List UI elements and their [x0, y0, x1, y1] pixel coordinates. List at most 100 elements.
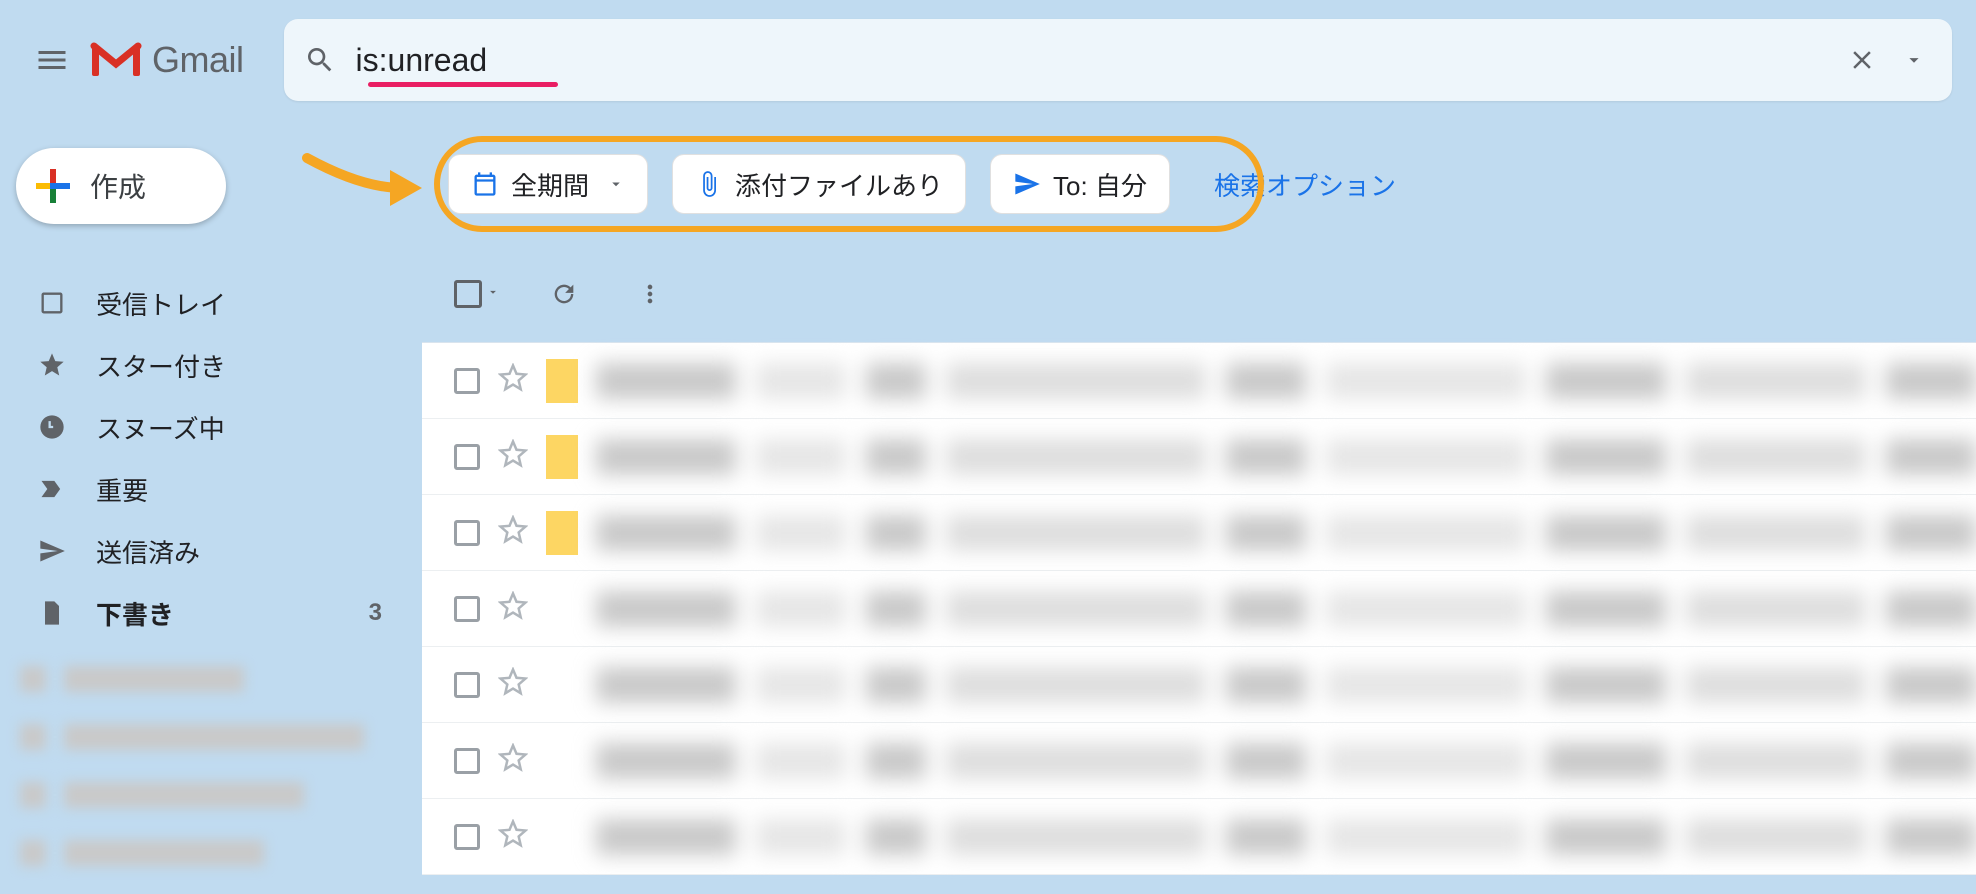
close-icon	[1847, 45, 1877, 75]
annotation-underline	[368, 82, 558, 87]
search-options-dropdown-button[interactable]	[1890, 36, 1938, 84]
row-star-button[interactable]	[498, 439, 528, 474]
star-outline-icon	[498, 439, 528, 469]
row-content-blurred	[596, 815, 1976, 859]
importance-marker[interactable]	[546, 815, 578, 859]
sidebar-item-label: スヌーズ中	[96, 409, 225, 446]
sidebar-nav: 受信トレイ スター付き スヌーズ中 重要 送信済み 下書き 3	[0, 272, 422, 644]
mail-row[interactable]	[422, 419, 1976, 495]
importance-marker[interactable]	[546, 663, 578, 707]
sidebar-extra-labels-blurred	[0, 650, 422, 882]
row-content-blurred	[596, 511, 1976, 555]
send-icon	[38, 537, 66, 565]
filter-chip-to-me[interactable]: To: 自分	[990, 154, 1170, 214]
gmail-logo[interactable]: Gmail	[90, 39, 244, 81]
star-outline-icon	[498, 743, 528, 773]
star-outline-icon	[498, 591, 528, 621]
row-content-blurred	[596, 663, 1976, 707]
row-checkbox[interactable]	[454, 748, 480, 774]
row-star-button[interactable]	[498, 743, 528, 778]
drafts-count: 3	[369, 599, 382, 627]
star-icon	[38, 351, 66, 379]
sidebar-item-starred[interactable]: スター付き	[0, 334, 422, 396]
filter-chips-row: 全期間 添付ファイルあり To: 自分 検索オプション	[422, 148, 1976, 220]
more-button[interactable]	[628, 272, 672, 316]
row-star-button[interactable]	[498, 819, 528, 854]
clock-icon	[38, 413, 66, 441]
mail-row[interactable]	[422, 495, 1976, 571]
importance-marker[interactable]	[546, 359, 578, 403]
search-options-link[interactable]: 検索オプション	[1214, 166, 1396, 203]
star-outline-icon	[498, 667, 528, 697]
compose-button[interactable]: 作成	[16, 148, 226, 224]
row-star-button[interactable]	[498, 515, 528, 550]
refresh-button[interactable]	[542, 272, 586, 316]
select-all-control[interactable]	[454, 280, 500, 308]
gmail-logo-text: Gmail	[152, 39, 244, 81]
important-icon	[38, 475, 66, 503]
plus-icon	[36, 169, 70, 203]
star-outline-icon	[498, 363, 528, 393]
select-dropdown[interactable]	[486, 285, 500, 304]
sidebar-item-important[interactable]: 重要	[0, 458, 422, 520]
sidebar-item-snoozed[interactable]: スヌーズ中	[0, 396, 422, 458]
mail-row[interactable]	[422, 647, 1976, 723]
content-area: 全期間 添付ファイルあり To: 自分 検索オプション	[422, 120, 1976, 894]
importance-marker[interactable]	[546, 739, 578, 783]
row-star-button[interactable]	[498, 591, 528, 626]
sidebar-item-label: 下書き	[96, 595, 174, 632]
draft-icon	[38, 599, 66, 627]
sidebar: 作成 受信トレイ スター付き スヌーズ中 重要 送信済み	[0, 120, 422, 894]
caret-down-icon	[607, 175, 625, 193]
row-checkbox[interactable]	[454, 444, 480, 470]
compose-label: 作成	[90, 166, 146, 206]
row-content-blurred	[596, 739, 1976, 783]
importance-marker[interactable]	[546, 511, 578, 555]
sidebar-item-drafts[interactable]: 下書き 3	[0, 582, 422, 644]
inbox-icon	[38, 289, 66, 317]
refresh-icon	[550, 280, 578, 308]
mail-list	[422, 342, 1976, 875]
search-icon	[304, 44, 336, 76]
sidebar-item-sent[interactable]: 送信済み	[0, 520, 422, 582]
row-checkbox[interactable]	[454, 672, 480, 698]
caret-down-icon	[486, 285, 500, 299]
calendar-icon	[471, 170, 499, 198]
clear-search-button[interactable]	[1838, 36, 1886, 84]
importance-marker[interactable]	[546, 435, 578, 479]
mail-row[interactable]	[422, 799, 1976, 875]
row-star-button[interactable]	[498, 363, 528, 398]
mail-row[interactable]	[422, 571, 1976, 647]
filter-chip-attachment[interactable]: 添付ファイルあり	[672, 154, 966, 214]
row-checkbox[interactable]	[454, 368, 480, 394]
caret-down-icon	[1903, 49, 1925, 71]
hamburger-icon	[34, 42, 70, 78]
mail-toolbar	[422, 264, 1976, 324]
star-outline-icon	[498, 819, 528, 849]
mail-row[interactable]	[422, 723, 1976, 799]
sidebar-item-label: スター付き	[96, 347, 226, 384]
importance-marker[interactable]	[546, 587, 578, 631]
row-checkbox[interactable]	[454, 596, 480, 622]
row-content-blurred	[596, 359, 1976, 403]
filter-chip-date[interactable]: 全期間	[448, 154, 648, 214]
checkbox-icon	[454, 280, 482, 308]
chip-label: 添付ファイルあり	[735, 166, 943, 203]
sidebar-item-label: 受信トレイ	[96, 285, 226, 322]
more-vert-icon	[636, 280, 664, 308]
send-icon	[1013, 170, 1041, 198]
search-input[interactable]	[356, 42, 1834, 79]
search-bar[interactable]	[284, 19, 1952, 101]
gmail-logo-icon	[90, 40, 142, 80]
chip-label: To: 自分	[1053, 166, 1147, 203]
row-checkbox[interactable]	[454, 520, 480, 546]
hamburger-menu-button[interactable]	[24, 32, 80, 88]
mail-row[interactable]	[422, 343, 1976, 419]
sidebar-item-label: 重要	[96, 471, 148, 508]
row-star-button[interactable]	[498, 667, 528, 702]
row-content-blurred	[596, 435, 1976, 479]
attachment-icon	[695, 170, 723, 198]
chip-label: 全期間	[511, 166, 589, 203]
sidebar-item-inbox[interactable]: 受信トレイ	[0, 272, 422, 334]
row-checkbox[interactable]	[454, 824, 480, 850]
